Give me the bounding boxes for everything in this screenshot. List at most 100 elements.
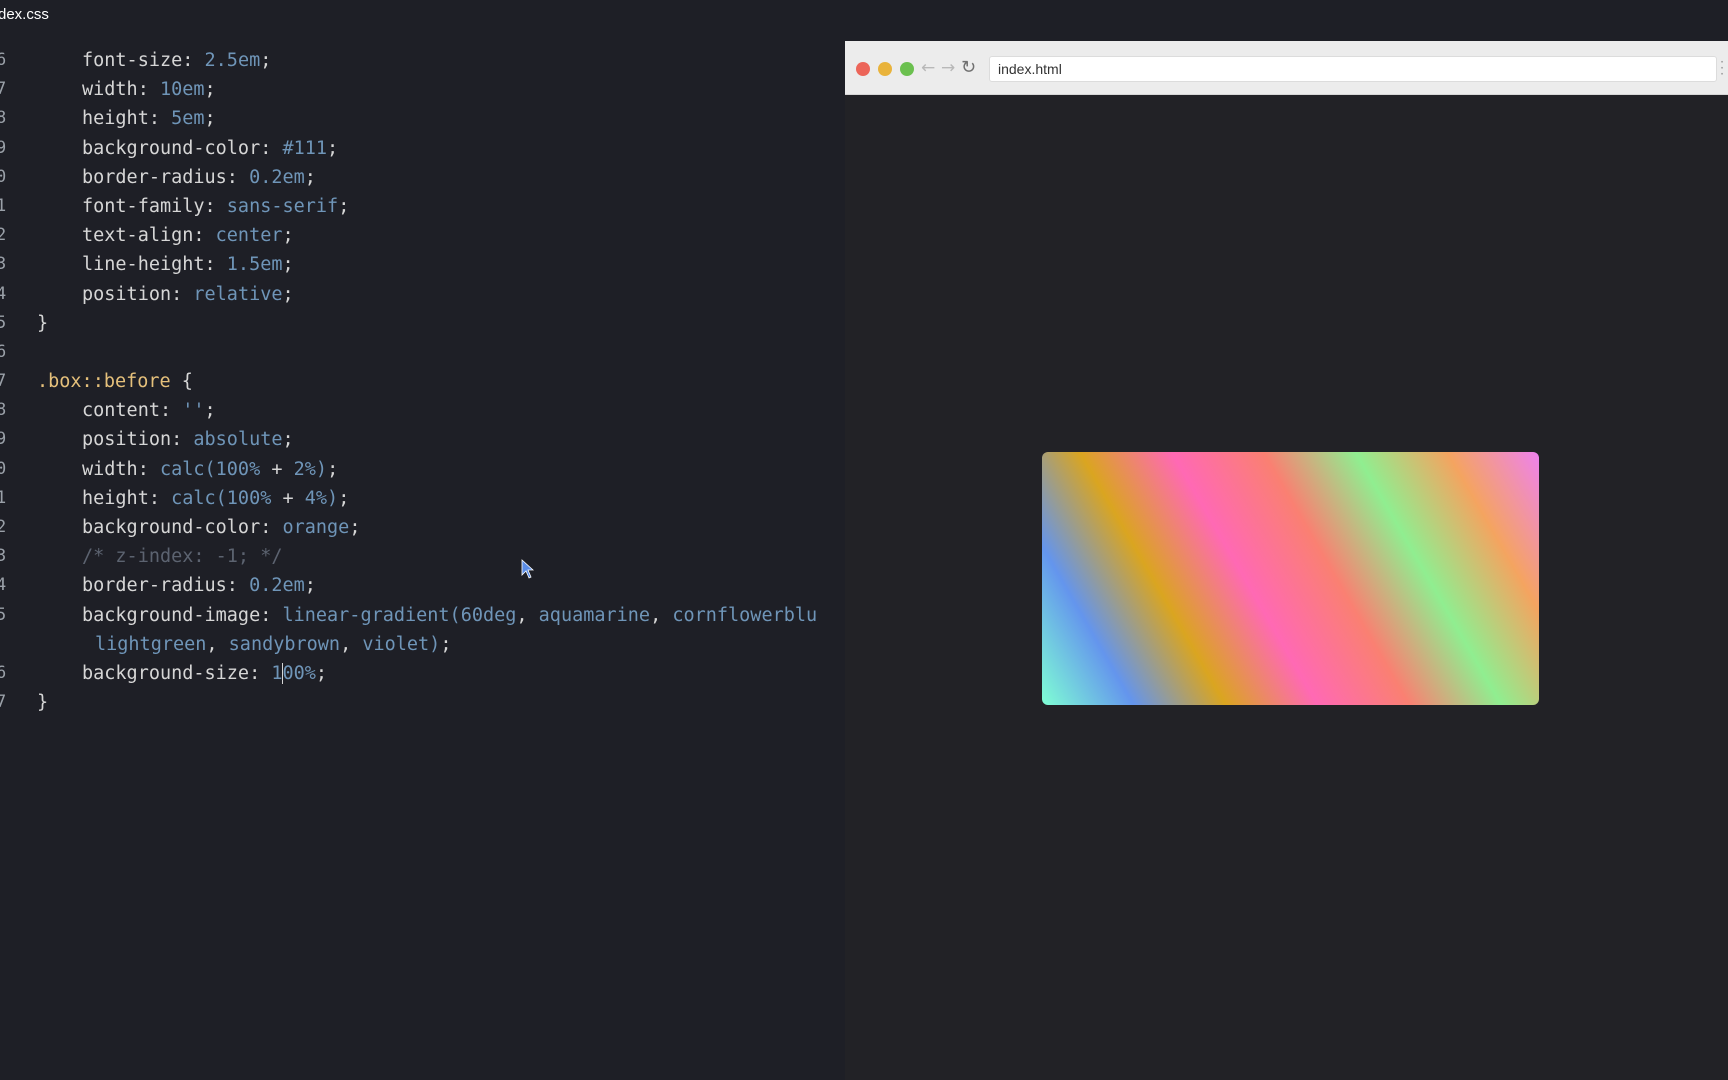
code-line-content: background-image: linear-gradient(60deg,…	[37, 601, 817, 630]
more-menu-icon[interactable]: · · ·	[1718, 56, 1726, 80]
code-line[interactable]: 8 height: 5em;	[0, 104, 845, 133]
browser-toolbar: ← → ↻ index.html · · ·	[845, 41, 1728, 95]
code-token: content:	[82, 400, 183, 422]
minimize-window-button[interactable]	[878, 62, 892, 76]
editor-tab-title[interactable]: dex.css	[0, 6, 49, 23]
code-token: .box::before	[37, 371, 182, 393]
code-token: border-radius:	[82, 575, 250, 597]
code-line-content: }	[37, 688, 48, 717]
code-token: font-size:	[82, 50, 205, 71]
line-number: 6	[0, 341, 7, 362]
code-token: ;	[282, 254, 294, 276]
code-line-content: width: 10em;	[37, 75, 216, 104]
code-token: ,	[650, 604, 673, 626]
code-line-content: background-color: orange;	[37, 513, 360, 542]
mouse-pointer-icon	[521, 559, 535, 579]
code-token: ;	[282, 283, 294, 305]
line-number: 3	[0, 546, 7, 567]
code-line-content: /* z-index: -1; */	[37, 542, 282, 571]
code-token: 2.5em	[204, 50, 261, 71]
line-number: 1	[0, 487, 7, 508]
code-line[interactable]: 6 background-size: 100%;	[0, 659, 845, 688]
code-line[interactable]: 0 border-radius: 0.2em;	[0, 163, 845, 192]
code-token: ;	[204, 79, 216, 101]
editor-tab-bar: dex.css	[0, 0, 845, 34]
code-line[interactable]: 2 background-color: orange;	[0, 513, 845, 542]
code-area[interactable]: 6 font-size: 2.5em; 7 width: 10em; 8 height: …	[0, 46, 845, 717]
code-token: width:	[82, 458, 160, 480]
code-token: ,	[340, 633, 363, 655]
close-window-button[interactable]	[856, 62, 870, 76]
code-line[interactable]: 0 width: calc(100% + 2%);	[0, 455, 845, 484]
code-token: ;	[327, 458, 339, 480]
code-token: position:	[82, 283, 194, 305]
code-token: height:	[82, 487, 172, 509]
code-line[interactable]: 9 background-color: #111;	[0, 134, 845, 163]
line-number: 0	[0, 458, 7, 479]
code-line[interactable]: 2 text-align: center;	[0, 221, 845, 250]
line-number: 1	[0, 195, 7, 216]
line-number: 8	[0, 108, 7, 129]
line-number: 7	[0, 371, 7, 392]
gradient-preview-box	[1042, 452, 1539, 705]
code-token: background-color:	[82, 517, 283, 538]
code-token: absolute	[193, 429, 283, 451]
code-line-content: font-family: sans-serif;	[37, 192, 349, 221]
code-line[interactable]: 7 .box::before {	[0, 367, 845, 396]
code-token: 00%	[282, 662, 316, 684]
line-number: 3	[0, 254, 7, 275]
code-line[interactable]: 4 border-radius: 0.2em;	[0, 571, 845, 600]
code-token: font-family:	[82, 195, 227, 217]
code-line[interactable]: 5}	[0, 309, 845, 338]
code-token: ,	[206, 633, 229, 655]
code-line[interactable]: 1 font-family: sans-serif;	[0, 192, 845, 221]
code-token: border-radius:	[82, 166, 250, 188]
code-line-content: line-height: 1.5em;	[37, 250, 294, 279]
code-token: 10em	[159, 79, 205, 101]
code-token: 0.2em	[249, 166, 305, 188]
line-number: 4	[0, 283, 7, 304]
line-number: 5	[0, 604, 7, 625]
code-token: ;	[282, 429, 294, 451]
code-token: aquamarine	[538, 604, 651, 626]
code-line-content: text-align: center;	[37, 221, 294, 250]
code-token: sans-serif	[226, 195, 339, 217]
code-line[interactable]: 7 width: 10em;	[0, 75, 845, 104]
code-line[interactable]: 1 height: calc(100% + 4%);	[0, 484, 845, 513]
code-token: sandybrown	[228, 633, 341, 655]
code-token: orange	[282, 517, 350, 538]
code-line-content: }	[37, 309, 48, 338]
code-token: ''	[182, 400, 205, 422]
line-number: 4	[0, 575, 7, 596]
code-line[interactable]: 9 position: absolute;	[0, 425, 845, 454]
line-number: 6	[0, 662, 7, 683]
code-line[interactable]: 3 /* z-index: -1; */	[0, 542, 845, 571]
code-line[interactable]: 8 content: '';	[0, 396, 845, 425]
code-line-content: border-radius: 0.2em;	[37, 571, 316, 600]
code-token: background-size:	[82, 662, 272, 684]
browser-window: ← → ↻ index.html · · ·	[845, 41, 1728, 1080]
code-editor[interactable]: dex.css 6 font-size: 2.5em; 7 width: 10em; 8…	[0, 0, 845, 1080]
code-line-content: background-size: 100%;	[37, 659, 327, 688]
address-bar[interactable]: index.html	[989, 56, 1717, 82]
code-line[interactable]: 7}	[0, 688, 845, 717]
reload-icon[interactable]: ↻	[961, 58, 976, 78]
code-line[interactable]: 6 font-size: 2.5em;	[0, 46, 845, 75]
maximize-window-button[interactable]	[900, 62, 914, 76]
forward-arrow-icon[interactable]: →	[941, 58, 955, 78]
code-token: center	[215, 225, 283, 247]
code-token: text-align:	[82, 225, 216, 247]
code-token: ;	[315, 662, 328, 684]
line-number: 0	[0, 166, 7, 187]
code-line[interactable]: 4 position: relative;	[0, 280, 845, 309]
line-number: 9	[0, 137, 7, 158]
code-token: 1.5em	[226, 254, 283, 276]
code-line[interactable]: 5 background-image: linear-gradient(60deg…	[0, 601, 845, 630]
code-token: width:	[82, 79, 160, 101]
back-arrow-icon[interactable]: ←	[921, 58, 935, 78]
code-token: position:	[82, 429, 194, 451]
code-line[interactable]: 6	[0, 338, 845, 367]
code-line[interactable]: lightgreen, sandybrown, violet);	[0, 630, 845, 659]
code-token: +	[271, 458, 294, 480]
code-line[interactable]: 3 line-height: 1.5em;	[0, 250, 845, 279]
